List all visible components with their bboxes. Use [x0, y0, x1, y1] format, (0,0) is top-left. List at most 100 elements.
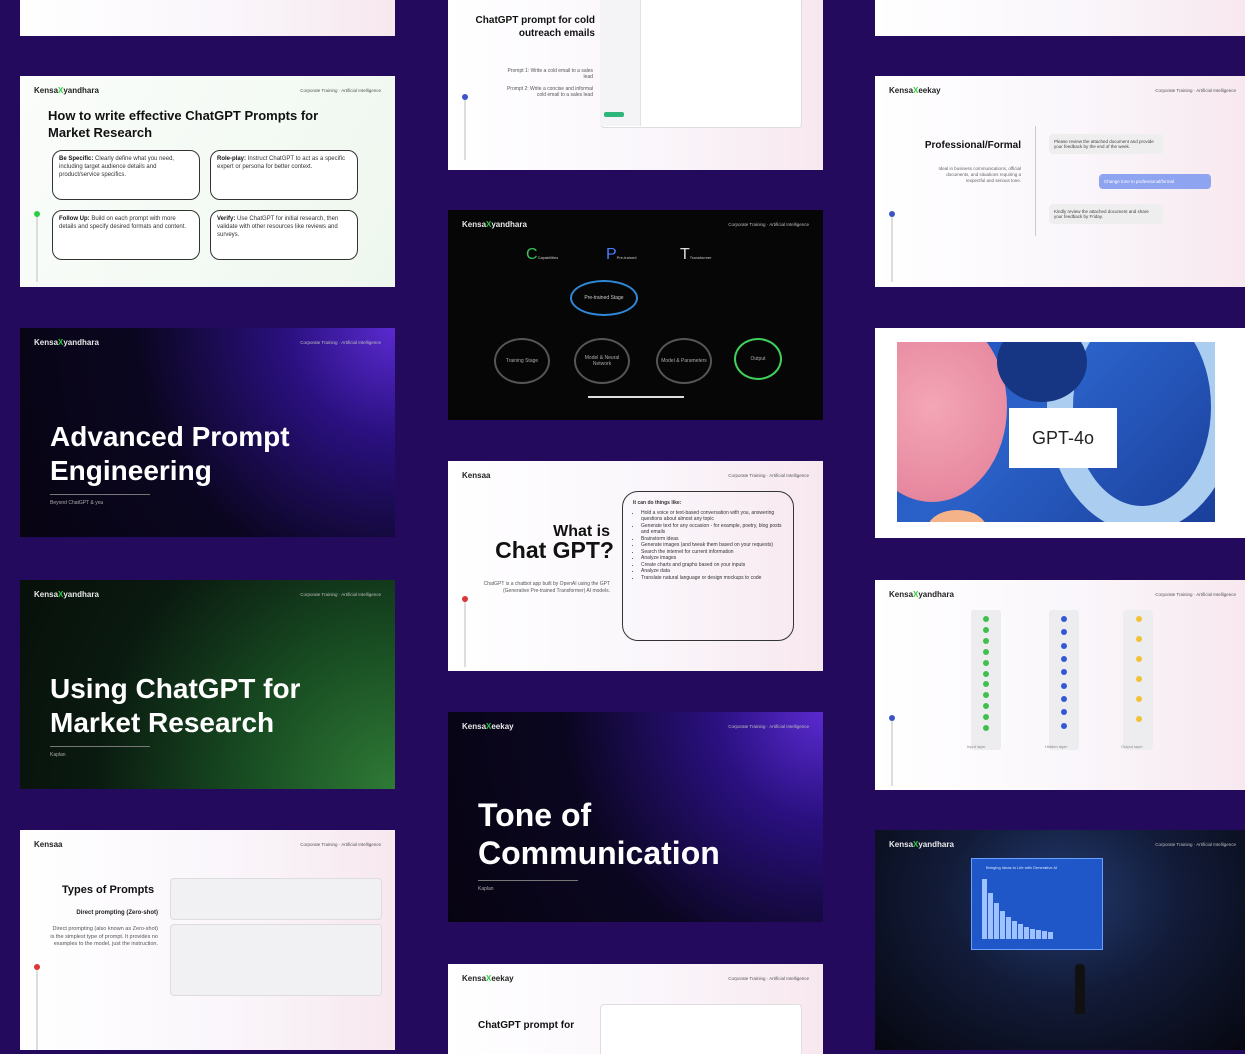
slide-tagline: Corporate Training · Artificial Intellig… — [728, 724, 809, 729]
letter-p: PPre-trained — [606, 246, 637, 263]
list-item: Generate images (and tweak them based on… — [641, 542, 783, 549]
letter-c: CCapabilities — [526, 246, 559, 263]
brand-logo: KensaXyandhara — [34, 590, 99, 599]
slide-title-b: Chat GPT? — [495, 537, 614, 563]
network-node — [1136, 616, 1142, 622]
progress-dot — [34, 964, 40, 970]
sidebar-line — [36, 970, 38, 1050]
tip-box-verify: Verify: Use ChatGPT for initial research… — [210, 210, 358, 260]
screen-bar — [1018, 924, 1023, 939]
list-item: Hold a voice or text-based conversation … — [641, 510, 783, 523]
center-node: Pre-trained Stage — [570, 280, 638, 316]
sidebar-line — [464, 601, 466, 667]
capabilities-box: It can do things like: Hold a voice or t… — [622, 491, 794, 641]
output-layer-label: Output layer — [1121, 744, 1143, 749]
slide-tagline: Corporate Training · Artificial Intellig… — [300, 842, 381, 847]
network-node — [1136, 656, 1142, 662]
slide-subheading: Direct prompting (Zero-shot) — [76, 910, 158, 916]
node-2: Model & Neural Network — [574, 338, 630, 384]
orange-shape — [927, 510, 987, 522]
list-item: Translate natural language or design moc… — [641, 575, 783, 582]
gpt-4o-label: GPT-4o — [1009, 408, 1117, 468]
slide-effective-prompts[interactable]: KensaXyandhara Corporate Training · Arti… — [20, 76, 395, 287]
screen-bar — [994, 903, 999, 939]
network-node — [983, 637, 989, 644]
network-node — [1136, 696, 1142, 702]
title-underline — [50, 746, 150, 747]
screen-bar — [982, 879, 987, 939]
tip-box-specific: Be Specific: Clearly define what you nee… — [52, 150, 200, 200]
screen-bar — [1024, 927, 1029, 939]
slide-description: ChatGPT is a chatbot app built by OpenAI… — [483, 581, 610, 594]
slide-thumbnail-top-right[interactable] — [875, 0, 1245, 36]
brand-logo: KensaXyandhara — [34, 86, 99, 95]
screen-bar — [1048, 932, 1053, 939]
progress-dot — [889, 715, 895, 721]
screen-bar — [1036, 930, 1041, 939]
network-node — [1136, 676, 1142, 682]
chat-sidebar — [600, 0, 641, 126]
slide-market-research[interactable]: KensaXyandhara Corporate Training · Arti… — [20, 580, 395, 789]
prompt-2-text: Prompt 2: Write a concise and informal c… — [506, 86, 593, 98]
pink-shape — [897, 342, 1007, 502]
chat-screenshot — [600, 1004, 802, 1054]
slide-tagline: Corporate Training · Artificial Intellig… — [300, 340, 381, 345]
slide-thumbnail-top-left[interactable] — [20, 0, 395, 36]
divider — [1035, 126, 1036, 236]
brand-logo: KensaXeekay — [889, 86, 941, 95]
slide-types-of-prompts[interactable]: Kensaa Corporate Training · Artificial I… — [20, 830, 395, 1050]
slide-title: ChatGPT prompt for — [478, 1020, 575, 1031]
brand-logo: Kensaa — [34, 840, 63, 849]
slide-professional-formal[interactable]: KensaXeekay Corporate Training · Artific… — [875, 76, 1245, 287]
slide-gpt-diagram[interactable]: KensaXyandhara Corporate Training · Arti… — [448, 210, 823, 420]
slide-what-is-chatgpt[interactable]: Kensaa Corporate Training · Artificial I… — [448, 461, 823, 671]
progress-dot — [34, 211, 40, 217]
screen-bar — [988, 893, 993, 939]
sidebar-line — [891, 720, 893, 786]
slide-title: Using ChatGPT for Market Research — [50, 673, 301, 738]
brand-logo: Kensaa — [462, 471, 491, 480]
screen-bar — [1000, 911, 1005, 939]
network-node — [1061, 722, 1067, 729]
network-node — [983, 659, 989, 666]
network-node — [983, 648, 989, 655]
slide-description: Ideal in business communications, offici… — [938, 166, 1021, 184]
slide-keynote-stage[interactable]: KensaXyandhara Corporate Training · Arti… — [875, 830, 1245, 1050]
slide-advanced-prompt[interactable]: KensaXyandhara Corporate Training · Arti… — [20, 328, 395, 537]
slide-cold-outreach-repeat[interactable]: KensaXeekay Corporate Training · Artific… — [448, 964, 823, 1054]
network-node — [983, 626, 989, 633]
slide-description: Direct prompting (also known as Zero-sho… — [50, 926, 158, 948]
progress-dot — [462, 94, 468, 100]
sidebar-line — [36, 216, 38, 282]
network-node — [1061, 682, 1067, 689]
slide-tagline: Corporate Training · Artificial Intellig… — [1155, 88, 1236, 93]
hidden-layer-label: Hidden layer — [1045, 744, 1068, 749]
screen-bar — [1030, 929, 1035, 939]
network-node — [1061, 616, 1067, 622]
slide-tagline: Corporate Training · Artificial Intellig… — [1155, 842, 1236, 847]
slide-title: How to write effective ChatGPT Prompts f… — [48, 108, 319, 140]
slide-title: ChatGPT prompt for cold outreach emails — [475, 15, 595, 39]
slide-cold-outreach[interactable]: ChatGPT prompt for cold outreach emails … — [448, 0, 823, 170]
brand-logo: KensaXeekay — [462, 974, 514, 983]
slide-gpt-4o[interactable]: GPT-4o — [875, 328, 1245, 538]
screen-title: Bringing Ideas to Life with Generative A… — [986, 865, 1058, 870]
example-panel-bottom — [170, 924, 382, 996]
slide-tagline: Corporate Training · Artificial Intellig… — [300, 592, 381, 597]
screen-bar — [1012, 921, 1017, 939]
slide-title: Tone of Communication — [478, 797, 720, 872]
slide-tagline: Corporate Training · Artificial Intellig… — [300, 88, 381, 93]
chat-bubble-user: Please review the attached document and … — [1049, 134, 1163, 154]
send-button — [604, 112, 624, 117]
stage-screen: Bringing Ideas to Life with Generative A… — [971, 858, 1103, 950]
tip-box-roleplay: Role-play: Instruct ChatGPT to act as a … — [210, 150, 358, 200]
slide-tone-of-communication[interactable]: KensaXeekay Corporate Training · Artific… — [448, 712, 823, 922]
speaker-figure — [1075, 964, 1085, 1014]
node-1: Training Stage — [494, 338, 550, 384]
list-item: Generate text for any occasion - for exa… — [641, 523, 783, 536]
network-node — [1061, 696, 1067, 702]
slide-neural-network[interactable]: KensaXyandhara Corporate Training · Arti… — [875, 580, 1245, 790]
slide-title: Advanced Prompt Engineering — [50, 421, 290, 486]
sidebar-line — [891, 216, 893, 282]
slide-subtitle: Kaplan — [50, 752, 66, 758]
